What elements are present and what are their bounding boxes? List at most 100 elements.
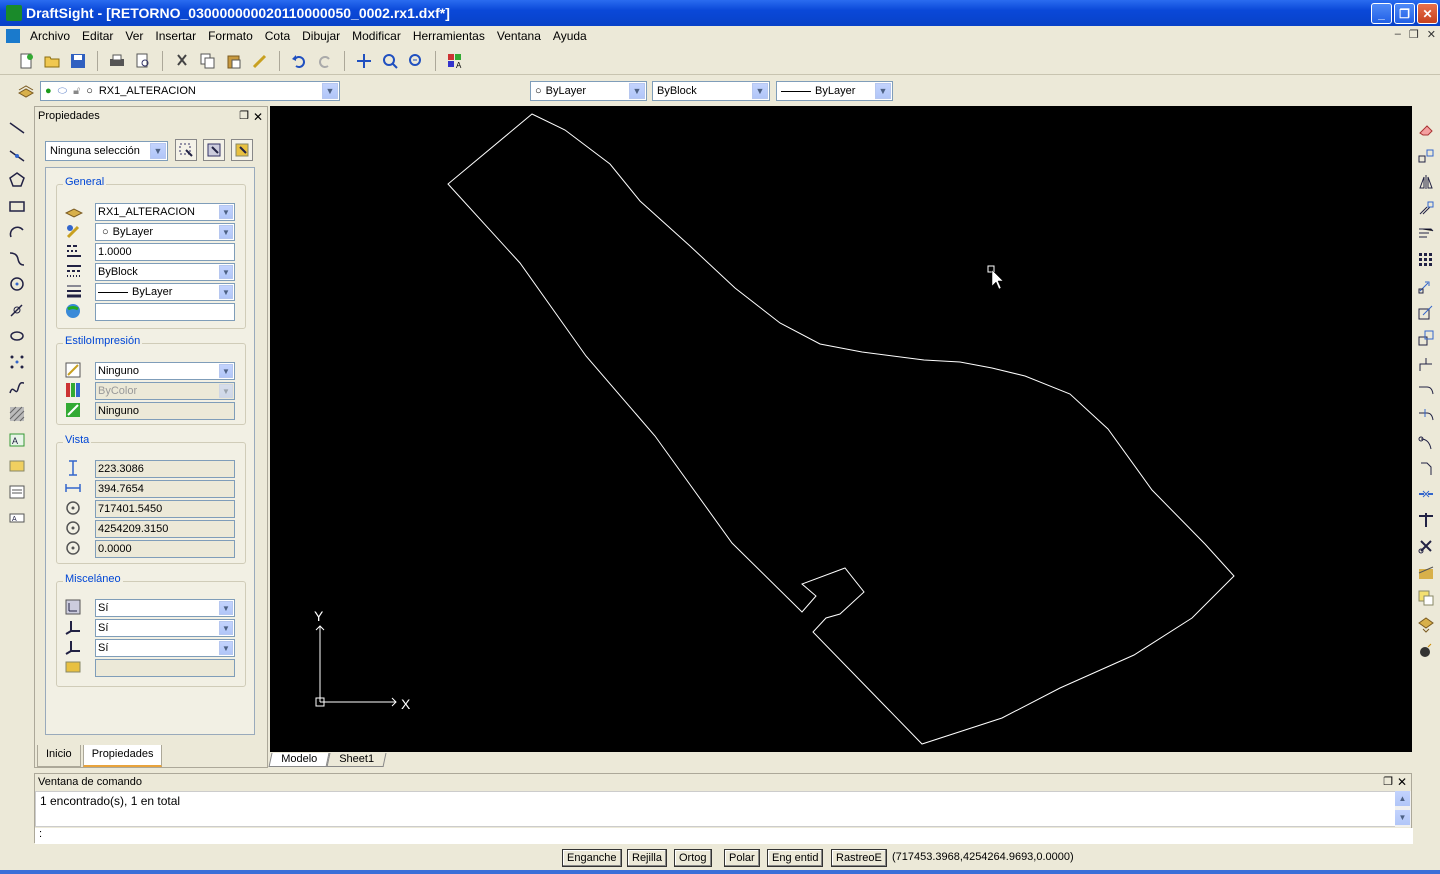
move-icon[interactable] — [1416, 276, 1436, 296]
chevron-down-icon[interactable]: ▼ — [219, 285, 233, 299]
chamfer-icon[interactable] — [1416, 458, 1436, 478]
scroll-down-icon[interactable]: ▼ — [1395, 810, 1410, 825]
menu-cota[interactable]: Cota — [259, 29, 296, 43]
scale-field[interactable]: 1.0000 — [95, 243, 235, 261]
print-style-field[interactable]: Ninguno ▼ — [95, 362, 235, 380]
bomb-icon[interactable] — [1416, 640, 1436, 660]
pattern-icon[interactable] — [1416, 224, 1436, 244]
toggle-pickadd-icon[interactable] — [231, 139, 253, 161]
polygon-icon[interactable] — [7, 170, 27, 190]
extend-icon[interactable] — [1416, 432, 1436, 452]
esnap-toggle[interactable]: Eng entid — [767, 849, 824, 867]
chevron-down-icon[interactable]: ▼ — [219, 364, 233, 378]
text-icon[interactable]: A — [7, 430, 27, 450]
chevron-down-icon[interactable]: ▼ — [150, 143, 166, 159]
scroll-up-icon[interactable]: ▲ — [1395, 791, 1410, 806]
menu-herramientas[interactable]: Herramientas — [407, 29, 491, 43]
tab-propiedades[interactable]: Propiedades — [82, 745, 163, 767]
edit-block-icon[interactable] — [1416, 588, 1436, 608]
restore-button[interactable]: ❐ — [1394, 3, 1415, 24]
match-properties-icon[interactable] — [250, 51, 270, 71]
line-icon[interactable] — [7, 118, 27, 138]
ucs-icon-field[interactable]: Sí ▼ — [95, 599, 235, 617]
color-field[interactable]: ○ ByLayer ▼ — [95, 223, 235, 241]
stretch-icon[interactable] — [1416, 354, 1436, 374]
print-preview-icon[interactable] — [133, 51, 153, 71]
infinite-line-icon[interactable] — [7, 144, 27, 164]
pan-icon[interactable] — [354, 51, 374, 71]
parcel-polyline[interactable] — [447, 113, 1235, 745]
chevron-down-icon[interactable]: ▼ — [219, 601, 233, 615]
chevron-down-icon[interactable]: ▼ — [219, 265, 233, 279]
linestyle-field[interactable]: ByBlock ▼ — [95, 263, 235, 281]
cut-icon[interactable] — [172, 51, 192, 71]
quick-select-icon[interactable] — [175, 139, 197, 161]
note-icon[interactable] — [7, 482, 27, 502]
array-icon[interactable] — [1416, 250, 1436, 270]
join-icon[interactable] — [1416, 510, 1436, 530]
lineweight-combo[interactable]: ByLayer ▼ — [776, 81, 893, 101]
menu-editar[interactable]: Editar — [76, 29, 119, 43]
save-icon[interactable] — [68, 51, 88, 71]
doc-minimize-button[interactable]: – — [1395, 28, 1401, 41]
polyline-icon[interactable] — [7, 248, 27, 268]
selection-combo[interactable]: Ninguna selección ▼ — [45, 141, 168, 161]
simple-note-icon[interactable]: A — [7, 508, 27, 528]
color-combo[interactable]: ○ ByLayer ▼ — [530, 81, 647, 101]
app-icon[interactable] — [6, 5, 22, 21]
undo-icon[interactable] — [289, 51, 309, 71]
menu-formato[interactable]: Formato — [202, 29, 259, 43]
hatch-icon[interactable] — [7, 404, 27, 424]
menu-modificar[interactable]: Modificar — [346, 29, 407, 43]
tab-sheet1[interactable]: Sheet1 — [326, 753, 387, 767]
menu-ver[interactable]: Ver — [119, 29, 149, 43]
redo-icon[interactable] — [315, 51, 335, 71]
chevron-down-icon[interactable]: ▼ — [322, 83, 338, 99]
command-input[interactable]: : — [35, 828, 1413, 844]
linestyle-combo[interactable]: ByBlock ▼ — [652, 81, 770, 101]
lineweight-field[interactable]: ByLayer ▼ — [95, 283, 235, 301]
rotate-icon[interactable] — [1416, 302, 1436, 322]
break-icon[interactable] — [1416, 484, 1436, 504]
lengthen-icon[interactable] — [1416, 380, 1436, 400]
layers-icon[interactable] — [16, 81, 36, 101]
scale-icon[interactable] — [1416, 328, 1436, 348]
menu-insertar[interactable]: Insertar — [149, 29, 202, 43]
snap-toggle[interactable]: Enganche — [562, 849, 622, 867]
close-icon[interactable]: ✕ — [1397, 775, 1407, 789]
chevron-down-icon[interactable]: ▼ — [219, 205, 233, 219]
menu-dibujar[interactable]: Dibujar — [296, 29, 346, 43]
grid-toggle[interactable]: Rejilla — [627, 849, 667, 867]
open-icon[interactable] — [42, 51, 62, 71]
layer-field[interactable]: RX1_ALTERACION ▼ — [95, 203, 235, 221]
circle-icon[interactable] — [7, 274, 27, 294]
chevron-down-icon[interactable]: ▼ — [219, 621, 233, 635]
menu-archivo[interactable]: Archivo — [24, 29, 76, 43]
edit-attribute-icon[interactable] — [1416, 614, 1436, 634]
point-icon[interactable] — [7, 352, 27, 372]
tab-modelo[interactable]: Modelo — [268, 753, 330, 767]
explode-icon[interactable] — [1416, 536, 1436, 556]
ucs-origin-field[interactable]: Sí ▼ — [95, 619, 235, 637]
copy-icon[interactable] — [198, 51, 218, 71]
select-objects-icon[interactable] — [203, 139, 225, 161]
float-icon[interactable]: ❐ — [1383, 775, 1393, 788]
mirror-icon[interactable] — [1416, 172, 1436, 192]
minimize-button[interactable]: _ — [1371, 3, 1392, 24]
zoom-previous-icon[interactable] — [406, 51, 426, 71]
spline-icon[interactable] — [7, 300, 27, 320]
hyperlink-field[interactable] — [95, 303, 235, 321]
zoom-icon[interactable] — [380, 51, 400, 71]
new-icon[interactable] — [16, 51, 36, 71]
etrack-toggle[interactable]: RastreoE — [831, 849, 887, 867]
doc-close-button[interactable]: ✕ — [1427, 28, 1436, 41]
block-icon[interactable] — [7, 456, 27, 476]
chevron-down-icon[interactable]: ▼ — [219, 641, 233, 655]
close-button[interactable]: ✕ — [1417, 3, 1438, 24]
chevron-down-icon[interactable]: ▼ — [219, 225, 233, 239]
polar-toggle[interactable]: Polar — [724, 849, 760, 867]
close-icon[interactable]: ✕ — [253, 110, 263, 124]
chevron-down-icon[interactable]: ▼ — [752, 83, 768, 99]
print-icon[interactable] — [107, 51, 127, 71]
tab-inicio[interactable]: Inicio — [37, 745, 81, 767]
